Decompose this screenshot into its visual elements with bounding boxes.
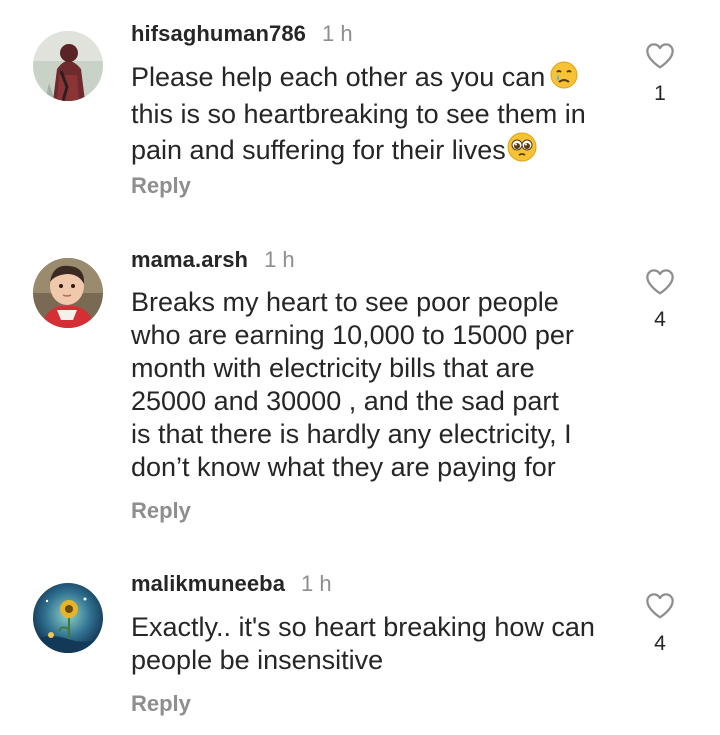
- like-count: 4: [654, 632, 666, 655]
- comment-line: people be insensitive: [131, 645, 384, 675]
- like-control: 4: [640, 590, 680, 656]
- timestamp: 1 h: [301, 571, 332, 596]
- comment-line: Exactly.. it's so heart breaking how can: [131, 612, 595, 642]
- avatar-image: [33, 583, 103, 653]
- user-avatar[interactable]: [33, 583, 103, 653]
- username-link[interactable]: malikmuneeba: [131, 570, 285, 598]
- heart-outline-icon[interactable]: [643, 590, 677, 622]
- comment-meta: malikmuneeba 1 h: [131, 570, 332, 598]
- reply-button[interactable]: Reply: [131, 690, 191, 718]
- comment-item: malikmuneeba 1 h Exactly.. it's so heart…: [0, 0, 720, 735]
- comment-text: Exactly.. it's so heart breaking how can…: [131, 611, 631, 677]
